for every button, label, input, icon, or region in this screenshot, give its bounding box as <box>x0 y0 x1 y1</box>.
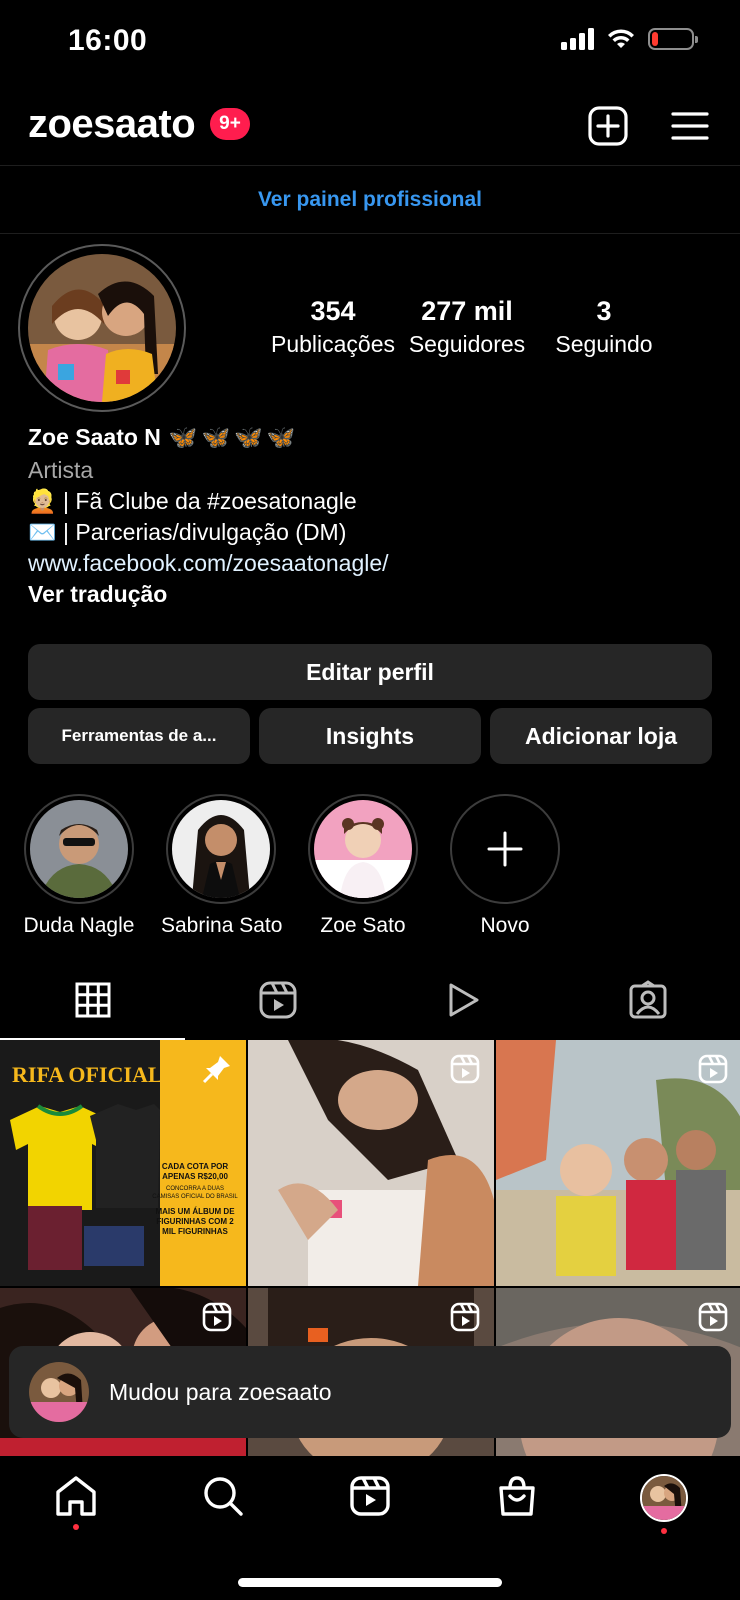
following-label: Seguindo <box>555 331 653 357</box>
tab-tagged[interactable] <box>555 960 740 1040</box>
highlight-ring <box>308 794 418 904</box>
highlight-cover <box>172 800 270 898</box>
reel-badge-icon <box>202 1302 232 1332</box>
profile-notification-dot <box>661 1528 667 1534</box>
bio-line-fanclub: 👱🏼 | Fã Clube da #zoesatonagle <box>28 486 708 517</box>
reel-badge-icon <box>698 1054 728 1084</box>
followers-label: Seguidores <box>408 331 526 357</box>
nav-home[interactable] <box>46 1474 106 1538</box>
toast-message: Mudou para zoesaato <box>109 1378 332 1405</box>
status-time: 16:00 <box>68 24 148 57</box>
nav-reels[interactable] <box>340 1474 400 1538</box>
bio-line-text: | Fã Clube da #zoesatonagle <box>56 488 357 514</box>
tab-videos[interactable] <box>370 960 555 1040</box>
profile-header: zoesaato 9+ <box>0 90 740 166</box>
profile-tabs <box>0 960 740 1040</box>
bio-line-text: | Parcerias/divulgação (DM) <box>56 519 347 545</box>
create-post-icon[interactable] <box>586 104 630 148</box>
bio-website-link[interactable]: www.facebook.com/zoesaatonagle/ <box>28 548 708 579</box>
profile-stats: 354 Publicações 277 mil Seguidores 3 Seg… <box>266 296 674 358</box>
toast-avatar <box>29 1362 89 1422</box>
highlight-ring <box>24 794 134 904</box>
highlight-sabrina-sato[interactable]: Sabrina Sato <box>161 794 283 938</box>
posts-label: Publicações <box>270 331 396 357</box>
profile-avatar[interactable] <box>18 244 186 412</box>
rifa-details: CADA COTA POR APENAS R$20,00 CONCORRA A … <box>152 1162 238 1237</box>
stat-followers[interactable]: 277 mil Seguidores <box>400 296 534 358</box>
post-rifa-oficial[interactable]: RIFA OFICIAL CADA COTA POR APENAS R$20,0… <box>0 1040 246 1286</box>
highlight-label: Zoe Sato <box>320 914 406 937</box>
battery-icon <box>648 28 698 50</box>
see-translation-link[interactable]: Ver tradução <box>28 579 708 610</box>
post-reel[interactable] <box>248 1040 494 1286</box>
display-name-row: Zoe Saato N 🦋🦋🦋🦋 <box>28 424 708 451</box>
account-switched-toast: Mudou para zoesaato <box>9 1346 731 1438</box>
insights-button[interactable]: Insights <box>259 708 481 764</box>
notification-badge[interactable]: 9+ <box>210 108 250 140</box>
menu-icon[interactable] <box>668 104 712 148</box>
reel-badge-icon <box>450 1054 480 1084</box>
display-name: Zoe Saato N <box>28 424 161 450</box>
highlight-zoe-sato[interactable]: Zoe Sato <box>303 794 423 938</box>
envelope-emoji: ✉️ <box>28 519 57 545</box>
highlight-label: Duda Nagle <box>23 914 135 937</box>
home-notification-dot <box>73 1524 79 1530</box>
blonde-person-emoji: 👱🏼 <box>28 488 57 514</box>
nav-search[interactable] <box>193 1474 253 1538</box>
new-highlight-ring <box>450 794 560 904</box>
search-icon <box>204 1477 243 1516</box>
status-bar: 16:00 <box>0 0 740 86</box>
professional-dashboard-label: Ver painel profissional <box>257 187 483 211</box>
tab-posts-grid[interactable] <box>0 960 185 1040</box>
stat-posts[interactable]: 354 Publicações <box>266 296 400 358</box>
stat-following[interactable]: 3 Seguindo <box>534 296 674 358</box>
add-shop-button[interactable]: Adicionar loja <box>490 708 712 764</box>
highlight-duda-nagle[interactable]: Duda Nagle <box>19 794 139 938</box>
profile-avatar-icon <box>640 1474 688 1522</box>
highlight-cover <box>30 800 128 898</box>
edit-profile-button[interactable]: Editar perfil <box>28 644 712 700</box>
reel-badge-icon <box>450 1302 480 1332</box>
status-icons <box>561 28 698 50</box>
nav-profile[interactable] <box>634 1474 694 1538</box>
butterfly-emojis: 🦋🦋🦋🦋 <box>168 424 300 450</box>
highlight-label: Novo <box>480 914 530 937</box>
highlight-new[interactable]: Novo <box>445 794 565 938</box>
tab-reels[interactable] <box>185 960 370 1040</box>
profile-category: Artista <box>28 457 94 483</box>
professional-dashboard-link[interactable]: Ver painel profissional <box>0 166 740 234</box>
reels-icon <box>259 981 296 1019</box>
rifa-line: MAIS UM ÁLBUM DE FIGURINHAS COM 2 MIL FI… <box>155 1207 235 1236</box>
rifa-line: CADA COTA POR <box>161 1162 229 1171</box>
following-count: 3 <box>596 296 612 326</box>
rifa-title: RIFA OFICIAL <box>12 1062 163 1087</box>
tagged-person-icon <box>629 980 666 1019</box>
rifa-line: CONCORRA A DUAS CAMISAS OFICIAL DO BRASI… <box>152 1186 238 1200</box>
post-reel[interactable] <box>496 1040 740 1286</box>
posts-count: 354 <box>310 296 356 326</box>
nav-shop[interactable] <box>487 1474 547 1538</box>
shopping-bag-icon <box>499 1476 535 1516</box>
bio-line-partnerships: ✉️ | Parcerias/divulgação (DM) <box>28 517 708 548</box>
reel-badge-icon <box>698 1302 728 1332</box>
highlight-cover <box>314 800 412 898</box>
pin-icon <box>202 1056 230 1084</box>
cellular-signal-icon <box>561 28 594 50</box>
profile-bio: Zoe Saato N 🦋🦋🦋🦋 Artista 👱🏼 | Fã Clube d… <box>28 424 708 610</box>
home-icon <box>56 1476 96 1516</box>
highlight-ring <box>166 794 276 904</box>
play-icon <box>449 983 478 1017</box>
plus-icon <box>487 831 523 867</box>
highlight-label: Sabrina Sato <box>161 914 283 937</box>
grid-icon <box>75 982 110 1018</box>
reels-icon <box>350 1476 390 1516</box>
wifi-icon <box>608 29 634 48</box>
tools-button[interactable]: Ferramentas de a... <box>28 708 250 764</box>
rifa-line: APENAS R$20,00 <box>162 1172 228 1181</box>
avatar-photo <box>28 254 176 402</box>
home-indicator <box>238 1578 502 1587</box>
account-switcher[interactable]: zoesaato <box>28 102 196 147</box>
followers-count: 277 mil <box>421 296 513 326</box>
